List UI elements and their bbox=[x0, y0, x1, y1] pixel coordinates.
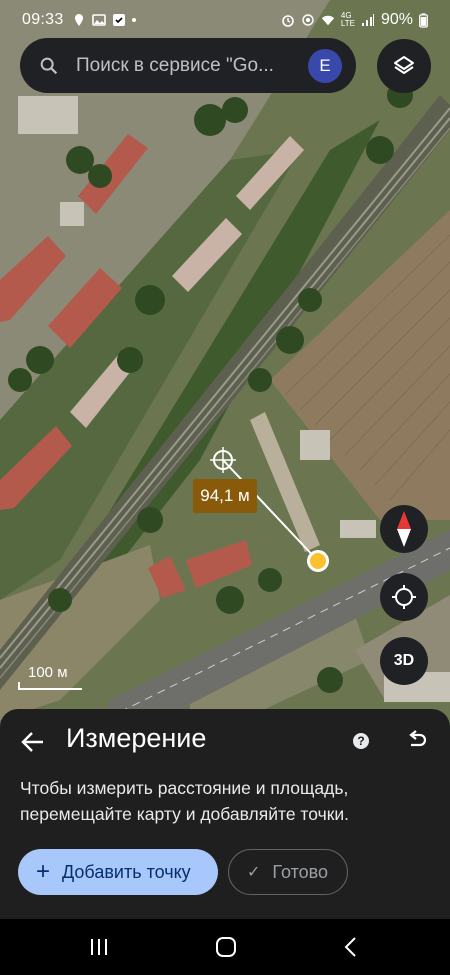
measure-bottom-sheet: Измерение ? Чтобы измерить расстояние и … bbox=[0, 709, 450, 919]
recent-apps-icon[interactable] bbox=[89, 937, 109, 957]
home-icon[interactable] bbox=[215, 936, 237, 958]
measure-line bbox=[222, 459, 319, 562]
scale-label: 100 м bbox=[28, 664, 68, 681]
system-nav-bar bbox=[0, 919, 450, 975]
measure-instructions: Чтобы измерить расстояние и площадь, пер… bbox=[20, 778, 349, 824]
done-button[interactable]: ✓ Готово bbox=[228, 849, 348, 895]
add-point-label: Добавить точку bbox=[62, 861, 191, 882]
back-arrow-icon[interactable] bbox=[20, 729, 46, 755]
scale-bar: 100 м bbox=[18, 664, 138, 690]
add-point-button[interactable]: + Добавить точку bbox=[18, 849, 218, 895]
my-location-button[interactable] bbox=[380, 573, 428, 621]
undo-icon[interactable] bbox=[405, 729, 429, 753]
check-icon: ✓ bbox=[247, 864, 261, 881]
plus-icon: + bbox=[36, 858, 51, 885]
sheet-title: Измерение bbox=[66, 723, 207, 753]
measure-point-marker[interactable] bbox=[307, 550, 329, 572]
distance-label: 94,1 м bbox=[193, 479, 257, 513]
three-d-button[interactable]: 3D bbox=[380, 637, 428, 685]
scale-line bbox=[18, 682, 82, 690]
back-icon[interactable] bbox=[343, 936, 359, 958]
done-label: Готово bbox=[272, 861, 328, 882]
help-icon[interactable]: ? bbox=[353, 733, 369, 749]
my-location-icon bbox=[392, 585, 416, 609]
compass-button[interactable] bbox=[380, 505, 428, 553]
compass-icon bbox=[397, 511, 411, 547]
